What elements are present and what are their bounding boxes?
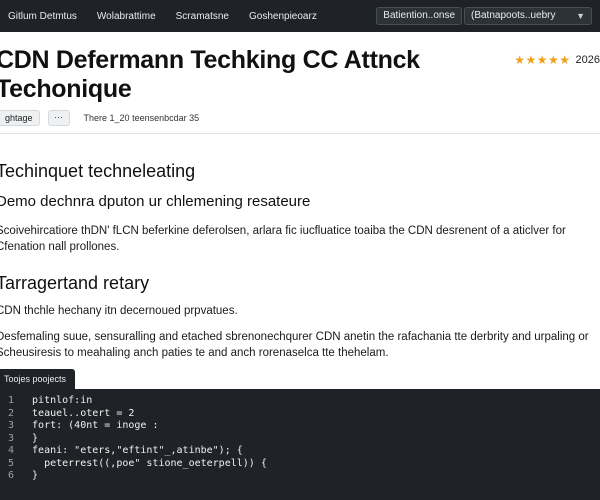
nav-link-1[interactable]: Gitlum Detmtus bbox=[8, 11, 77, 22]
code-text: } bbox=[20, 432, 39, 444]
code-tab[interactable]: Toojes poojects bbox=[0, 369, 75, 389]
rating-year: 2026 bbox=[575, 54, 600, 66]
code-text: teauel..otert = 2 bbox=[20, 407, 135, 419]
code-line: 1 pitnlof:in bbox=[0, 395, 600, 408]
section-line-2: CDN thchle hechany itn decernoued prpvat… bbox=[0, 305, 238, 317]
nav-link-2[interactable]: Wolabrattime bbox=[97, 11, 156, 22]
section-heading-1: Techinquet techneleating bbox=[0, 161, 196, 181]
tag-badge[interactable]: ghtage bbox=[0, 110, 40, 126]
nav-link-3[interactable]: Scramatsne bbox=[176, 11, 229, 22]
code-text: } bbox=[20, 470, 39, 481]
search-button[interactable]: Batiention..onse bbox=[376, 7, 462, 25]
section-paragraph-2: Desfemaling suue, sensuralling and etach… bbox=[0, 331, 589, 359]
divider bbox=[0, 133, 600, 134]
code-line: 4 feani: "eters,"eftint"_,atinbe"); { bbox=[0, 445, 600, 458]
section-subheading-1: Demo dechnra dputon ur chlemening resate… bbox=[0, 193, 311, 210]
chevron-down-icon: ▼ bbox=[576, 11, 585, 21]
line-number: 3 bbox=[7, 432, 14, 444]
code-text: fort: (40nt = inoge : bbox=[20, 420, 159, 431]
article-page: CDN Defermann Techking CC Attnck Techoni… bbox=[0, 32, 600, 500]
code-text: pitnlof:in bbox=[20, 395, 93, 406]
code-line: 3 } bbox=[0, 433, 600, 446]
article-date: There 1_20 teensenbcdar 35 bbox=[83, 113, 200, 123]
line-number: 6 bbox=[7, 470, 14, 481]
code-line: 5 peterrest((,poe" stione_oeterpell)) { bbox=[0, 458, 600, 471]
code-line: 3 fort: (40nt = inoge : bbox=[0, 420, 600, 433]
nav-link-4[interactable]: Goshenpieoarz bbox=[249, 11, 317, 22]
code-text: feani: "eters,"eftint"_,atinbe"); { bbox=[20, 445, 243, 456]
code-line: 6 } bbox=[0, 470, 600, 483]
line-number: 5 bbox=[7, 457, 14, 469]
page-title: CDN Defermann Techking CC Attnck Techoni… bbox=[0, 46, 496, 104]
section-paragraph-1: Scoivehircatiore thDN' fLCN beferkine de… bbox=[0, 225, 566, 253]
code-text: peterrest((,poe" stione_oeterpell)) { bbox=[20, 457, 267, 469]
line-number: 4 bbox=[7, 445, 14, 456]
category-select-value: (Batnapoots..uebry bbox=[471, 10, 556, 21]
code-block: 1 pitnlof:in 2 teauel..otert = 2 3 fort:… bbox=[0, 389, 600, 500]
more-options-button[interactable]: ··· bbox=[47, 110, 70, 126]
line-number: 1 bbox=[7, 395, 14, 406]
line-number: 2 bbox=[7, 407, 14, 419]
nav-links: Gitlum Detmtus Wolabrattime Scramatsne G… bbox=[8, 11, 376, 22]
category-select[interactable]: (Batnapoots..uebry ▼ bbox=[464, 7, 592, 25]
section-heading-2: Tarragertand retary bbox=[0, 273, 150, 293]
title-line-2: Techonique bbox=[0, 75, 132, 103]
rating: ★★★★★ 2026 bbox=[514, 53, 600, 67]
code-line: 2 teauel..otert = 2 bbox=[0, 408, 600, 421]
star-rating-icon: ★★★★★ bbox=[514, 53, 571, 67]
title-line-1: CDN Defermann Techking CC Attnck bbox=[0, 46, 420, 74]
top-navbar: Gitlum Detmtus Wolabrattime Scramatsne G… bbox=[0, 0, 600, 32]
line-number: 3 bbox=[7, 420, 14, 431]
article-meta: ghtage ··· There 1_20 teensenbcdar 35 bbox=[0, 110, 199, 126]
